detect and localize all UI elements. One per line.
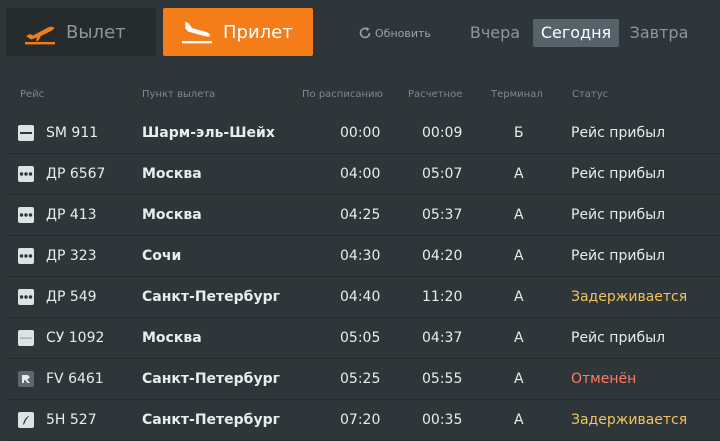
flight-estimated: 00:09 <box>422 125 463 141</box>
flight-row[interactable]: СУ 1092 Москва 05:05 04:37 A Рейс прибыл <box>8 318 720 359</box>
flight-number: СУ 1092 <box>46 330 105 346</box>
flight-number: ДР 413 <box>46 207 97 223</box>
flight-origin: Санкт-Петербург <box>142 289 280 305</box>
day-today[interactable]: Сегодня <box>533 19 619 47</box>
dots-logo-icon <box>18 166 34 182</box>
flight-estimated: 00:35 <box>422 412 463 428</box>
tab-arrivals[interactable]: Прилет <box>163 8 313 56</box>
refresh-button[interactable]: Обновить <box>358 26 431 40</box>
flight-scheduled: 04:40 <box>340 289 381 305</box>
column-header-terminal: Терминал <box>491 89 543 100</box>
flight-estimated: 05:55 <box>422 371 463 387</box>
flight-origin: Москва <box>142 207 202 223</box>
flight-terminal: A <box>514 207 524 223</box>
flight-number: ДР 6567 <box>46 166 106 182</box>
plane-landing-icon <box>175 17 219 47</box>
column-header-estimated: Расчетное <box>408 89 463 100</box>
dash-logo-icon <box>18 125 34 141</box>
dots-logo-icon <box>18 207 34 223</box>
flight-row[interactable]: ДР 323 Сочи 04:30 04:20 A Рейс прибыл <box>8 236 720 277</box>
flight-estimated: 05:37 <box>422 207 463 223</box>
dots-logo-icon <box>18 248 34 264</box>
flight-estimated: 05:07 <box>422 166 463 182</box>
top-bar: Вылет Прилет Обновить Вчера Сегодня Завт… <box>0 0 720 68</box>
line-logo-icon <box>18 330 34 346</box>
flight-status: Задерживается <box>571 289 688 305</box>
column-header-flight: Рейс <box>20 89 45 100</box>
flight-terminal: A <box>514 371 524 387</box>
flight-row[interactable]: ДР 549 Санкт-Петербург 04:40 11:20 A Зад… <box>8 277 720 318</box>
flight-status: Рейс прибыл <box>571 207 666 223</box>
flight-status: Отменён <box>571 371 637 387</box>
flight-origin: Москва <box>142 330 202 346</box>
flight-status: Рейс прибыл <box>571 125 666 141</box>
flight-scheduled: 05:25 <box>340 371 381 387</box>
tab-departures-label: Вылет <box>66 21 126 43</box>
flight-terminal: A <box>514 248 524 264</box>
flight-row[interactable]: SM 911 Шарм-эль-Шейх 00:00 00:09 Б Рейс … <box>8 113 720 154</box>
flight-status: Рейс прибыл <box>571 330 666 346</box>
flight-status: Рейс прибыл <box>571 166 666 182</box>
column-header-scheduled: По расписанию <box>302 89 383 100</box>
flight-estimated: 11:20 <box>422 289 463 305</box>
flight-scheduled: 05:05 <box>340 330 381 346</box>
flights-table: SM 911 Шарм-эль-Шейх 00:00 00:09 Б Рейс … <box>8 113 720 441</box>
tab-departures[interactable]: Вылет <box>6 8 156 56</box>
flight-estimated: 04:37 <box>422 330 463 346</box>
flight-estimated: 04:20 <box>422 248 463 264</box>
flight-scheduled: 04:25 <box>340 207 381 223</box>
feather-logo-icon <box>18 412 34 428</box>
flight-row[interactable]: ДР 6567 Москва 04:00 05:07 A Рейс прибыл <box>8 154 720 195</box>
flight-terminal: Б <box>514 125 524 141</box>
flight-number: 5H 527 <box>46 412 97 428</box>
flight-terminal: A <box>514 330 524 346</box>
flight-origin: Москва <box>142 166 202 182</box>
flight-scheduled: 07:20 <box>340 412 381 428</box>
flight-scheduled: 04:00 <box>340 166 381 182</box>
refresh-icon <box>359 27 371 39</box>
r-logo-icon <box>18 371 34 387</box>
flight-row[interactable]: 5H 527 Санкт-Петербург 07:20 00:35 A Зад… <box>8 400 720 441</box>
flight-number: FV 6461 <box>46 371 104 387</box>
flight-terminal: A <box>514 166 524 182</box>
flight-origin: Санкт-Петербург <box>142 412 280 428</box>
flight-number: SM 911 <box>46 125 99 141</box>
column-header-origin: Пункт вылета <box>142 89 216 100</box>
dots-logo-icon <box>18 289 34 305</box>
flight-row[interactable]: FV 6461 Санкт-Петербург 05:25 05:55 A От… <box>8 359 720 400</box>
flight-terminal: A <box>514 289 524 305</box>
column-header-status: Статус <box>572 89 609 100</box>
refresh-label: Обновить <box>375 26 431 40</box>
flight-row[interactable]: ДР 413 Москва 04:25 05:37 A Рейс прибыл <box>8 195 720 236</box>
plane-takeoff-icon <box>18 17 62 47</box>
day-yesterday[interactable]: Вчера <box>462 19 528 47</box>
flight-status: Рейс прибыл <box>571 248 666 264</box>
day-tomorrow[interactable]: Завтра <box>622 19 696 47</box>
tab-arrivals-label: Прилет <box>223 21 293 43</box>
flight-origin: Сочи <box>142 248 182 264</box>
flight-scheduled: 00:00 <box>340 125 381 141</box>
flight-terminal: A <box>514 412 524 428</box>
flight-number: ДР 549 <box>46 289 97 305</box>
flight-number: ДР 323 <box>46 248 97 264</box>
flight-status: Задерживается <box>571 412 688 428</box>
flight-scheduled: 04:30 <box>340 248 381 264</box>
flight-origin: Санкт-Петербург <box>142 371 280 387</box>
flight-origin: Шарм-эль-Шейх <box>142 125 275 141</box>
